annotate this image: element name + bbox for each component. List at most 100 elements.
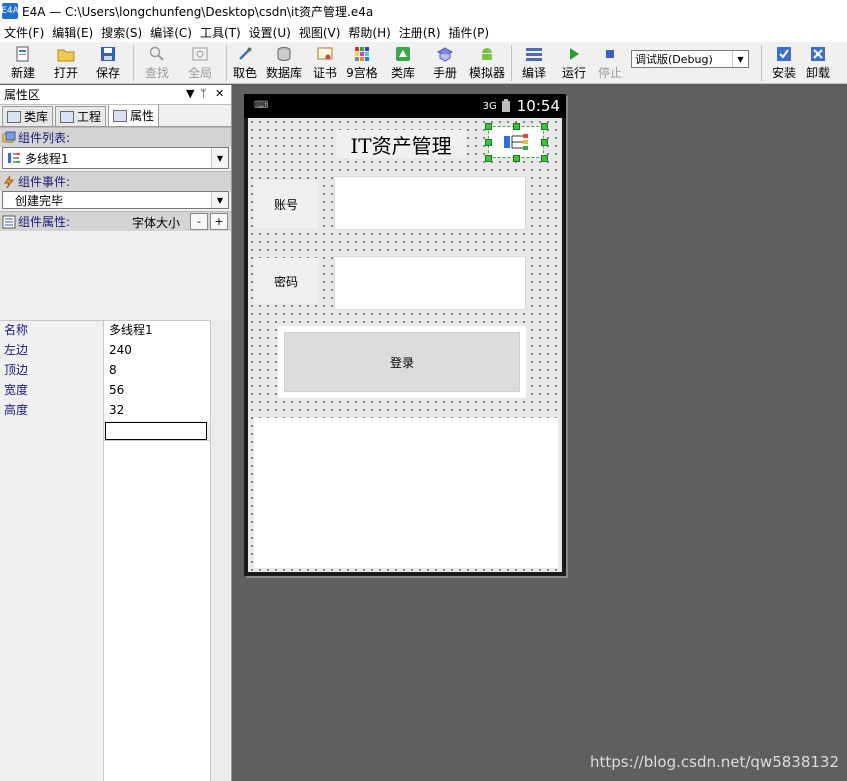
save-button[interactable]: 保存 xyxy=(86,42,130,82)
emulator-button[interactable]: 模拟器 xyxy=(466,42,508,82)
app-icon: E4A xyxy=(1,3,19,19)
stop-label: 停止 xyxy=(597,66,622,80)
empty-row xyxy=(0,541,210,561)
global-icon xyxy=(191,46,209,62)
property-row[interactable]: 名称 多线程1 xyxy=(0,321,210,341)
font-size-increase-button[interactable]: + xyxy=(210,213,228,230)
menu-compile[interactable]: 编译(C) xyxy=(146,24,196,41)
empty-row xyxy=(0,701,210,721)
nine-grid-button[interactable]: 9宫格 xyxy=(342,42,382,82)
component-select[interactable]: 多线程1 ▼ xyxy=(2,147,229,169)
password-input[interactable] xyxy=(334,256,526,310)
password-label[interactable]: 密码 xyxy=(254,258,318,304)
install-label: 安装 xyxy=(771,66,796,80)
resize-handle[interactable] xyxy=(541,155,548,162)
app-title-label[interactable]: IT资产管理 xyxy=(336,130,466,158)
database-button[interactable]: 数据库 xyxy=(260,42,308,82)
pin-icon[interactable]: ᛘ xyxy=(200,87,207,100)
property-value[interactable]: 多线程1 xyxy=(104,321,210,341)
menu-edit[interactable]: 编辑(E) xyxy=(48,24,97,41)
title-bar: E4A E4A — C:\Users\longchunfeng\Desktop\… xyxy=(0,0,847,22)
menu-settings[interactable]: 设置(U) xyxy=(245,24,295,41)
property-name: 左边 xyxy=(0,341,104,361)
output-area[interactable] xyxy=(254,418,558,568)
property-grid-scrollbar[interactable] xyxy=(210,320,230,781)
uninstall-label: 卸载 xyxy=(805,66,830,80)
pick-color-button[interactable]: 取色 xyxy=(230,42,260,82)
uninstall-button[interactable]: 卸载 xyxy=(803,42,833,82)
menu-help[interactable]: 帮助(H) xyxy=(344,24,394,41)
component-props-header: 组件属性: 字体大小 - + xyxy=(0,211,231,231)
run-button[interactable]: 运行 xyxy=(553,42,595,82)
new-button[interactable]: 新建 xyxy=(0,42,46,82)
resize-handle[interactable] xyxy=(541,123,548,130)
find-button[interactable]: 查找 xyxy=(137,42,177,82)
certificate-icon xyxy=(316,46,334,62)
account-input[interactable] xyxy=(334,176,526,230)
design-canvas[interactable]: IT资产管理 账号 密码 登录 xyxy=(248,118,562,572)
tab-project[interactable]: 工程 xyxy=(55,106,107,126)
property-row[interactable]: 高度 32 xyxy=(0,401,210,421)
menu-file[interactable]: 文件(F) xyxy=(0,24,48,41)
component-list-header: 组件列表: xyxy=(0,127,231,147)
manual-icon xyxy=(436,46,454,62)
open-label: 打开 xyxy=(53,66,78,80)
stop-button[interactable]: 停止 xyxy=(595,42,625,82)
certificate-button[interactable]: 证书 xyxy=(308,42,342,82)
tab-properties[interactable]: 属性 xyxy=(108,104,160,126)
find-label: 查找 xyxy=(144,66,169,80)
menu-plugins[interactable]: 插件(P) xyxy=(445,24,494,41)
font-size-decrease-button[interactable]: - xyxy=(190,213,208,230)
empty-row xyxy=(0,581,210,601)
compile-button[interactable]: 编译 xyxy=(515,42,553,82)
empty-row xyxy=(0,561,210,581)
property-name: 名称 xyxy=(0,321,104,341)
property-row[interactable]: 左边 240 xyxy=(0,341,210,361)
property-row[interactable]: 宽度 56 xyxy=(0,381,210,401)
thread-component-icon xyxy=(504,134,528,150)
database-icon xyxy=(275,46,293,62)
property-row[interactable]: 顶边 8 xyxy=(0,361,210,381)
open-button[interactable]: 打开 xyxy=(46,42,86,82)
resize-handle[interactable] xyxy=(513,123,520,130)
save-icon xyxy=(99,46,117,62)
resize-handle[interactable] xyxy=(485,139,492,146)
toolbar-separator xyxy=(226,45,227,81)
menu-tools[interactable]: 工具(T) xyxy=(196,24,245,41)
global-button[interactable]: 全局 xyxy=(177,42,223,82)
library-tab-icon xyxy=(7,110,21,123)
font-size-label: 字体大小 xyxy=(132,216,181,230)
tab-library[interactable]: 类库 xyxy=(2,106,54,126)
build-mode-select[interactable]: 调试版(Debug) ▼ xyxy=(631,50,749,68)
property-value[interactable]: 56 xyxy=(104,381,210,401)
property-value[interactable]: 8 xyxy=(104,361,210,381)
panel-menu-icon[interactable]: ▼ xyxy=(186,87,194,100)
close-icon[interactable]: ✕ xyxy=(215,87,224,100)
login-button[interactable]: 登录 xyxy=(284,332,520,392)
manual-button[interactable]: 手册 xyxy=(424,42,466,82)
account-label[interactable]: 账号 xyxy=(254,180,318,228)
menu-view[interactable]: 视图(V) xyxy=(295,24,345,41)
android-icon xyxy=(478,46,496,62)
compile-label: 编译 xyxy=(521,66,546,80)
property-edit-field[interactable] xyxy=(105,422,207,440)
property-value[interactable]: 32 xyxy=(104,401,210,421)
property-value[interactable]: 240 xyxy=(104,341,210,361)
empty-row xyxy=(0,521,210,541)
menu-search[interactable]: 搜索(S) xyxy=(97,24,146,41)
menu-register[interactable]: 注册(R) xyxy=(395,24,445,41)
chevron-down-icon: ▼ xyxy=(211,148,228,168)
component-select-value: 多线程1 xyxy=(25,151,69,166)
install-button[interactable]: 安装 xyxy=(765,42,803,82)
event-select[interactable]: 创建完毕 ▼ xyxy=(2,191,229,209)
chevron-down-icon: ▼ xyxy=(211,192,228,208)
property-row[interactable] xyxy=(0,421,210,441)
resize-handle[interactable] xyxy=(513,155,520,162)
global-label: 全局 xyxy=(187,66,212,80)
resize-handle[interactable] xyxy=(485,155,492,162)
component-event-header: 组件事件: xyxy=(0,171,231,191)
library-button[interactable]: 类库 xyxy=(382,42,424,82)
resize-handle[interactable] xyxy=(541,139,548,146)
resize-handle[interactable] xyxy=(485,123,492,130)
thread-component[interactable] xyxy=(485,123,548,162)
